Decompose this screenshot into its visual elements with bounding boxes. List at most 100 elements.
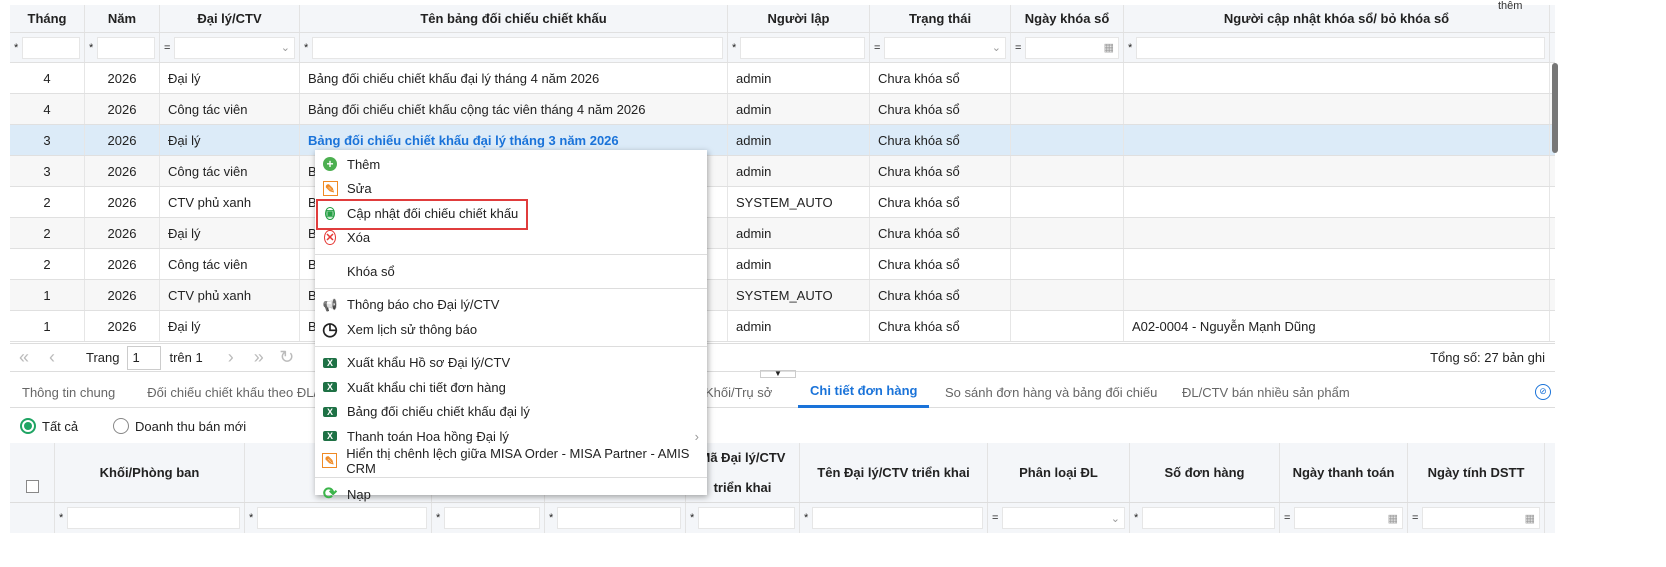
filter-input[interactable] — [1142, 507, 1275, 529]
tab-multi-product[interactable]: ĐL/CTV bán nhiều sản phẩm — [1170, 377, 1362, 408]
column-header-lock-updater[interactable]: Người cập nhật khóa sổ/ bỏ khóa sổ — [1124, 5, 1550, 32]
filter-input[interactable] — [257, 507, 427, 529]
column-header-agent-type[interactable]: Đại lý/CTV — [160, 5, 300, 32]
filter-operator[interactable]: * — [249, 512, 253, 524]
cell-lock-date — [1011, 218, 1124, 248]
filter-input[interactable] — [698, 507, 795, 529]
filter-operator[interactable]: = — [1412, 512, 1418, 524]
column-header-block[interactable]: Khối/Phòng ban — [55, 443, 245, 502]
menu-item-12[interactable]: ✎ Hiển thị chênh lệch giữa MISA Order - M… — [315, 446, 707, 476]
filter-dstt-date: = ▦ — [1408, 503, 1545, 533]
menu-separator — [315, 254, 707, 255]
menu-item-8[interactable]: X Xuất khẩu Hồ sơ Đại lý/CTV — [315, 351, 707, 376]
column-header-status[interactable]: Trạng thái — [870, 5, 1011, 32]
column-header-lock-date[interactable]: Ngày khóa sổ — [1011, 5, 1124, 32]
filter-input[interactable] — [557, 507, 681, 529]
cell-agent-type: Công tác viên — [160, 156, 300, 186]
column-header-agent-name[interactable]: Tên Đại lý/CTV triển khai — [800, 443, 988, 502]
column-header-month[interactable]: Tháng — [10, 5, 85, 32]
filter-operator[interactable]: = — [1284, 512, 1290, 524]
add-icon: + — [321, 155, 339, 173]
filter-input[interactable]: ▦ — [1294, 507, 1403, 529]
column-header-name[interactable]: Tên bảng đối chiếu chiết khấu — [300, 5, 728, 32]
filter-operator[interactable]: * — [436, 512, 440, 524]
filter-operator[interactable]: = — [164, 42, 170, 54]
filter-operator[interactable]: * — [304, 42, 308, 54]
vertical-scrollbar[interactable] — [1552, 63, 1558, 153]
column-header-select[interactable] — [10, 443, 55, 502]
tab-order-detail[interactable]: Chi tiết đơn hàng — [798, 377, 930, 408]
filter-operator[interactable]: * — [59, 512, 63, 524]
filter-operator[interactable]: = — [992, 512, 998, 524]
radio-all[interactable]: Tất cả — [20, 418, 78, 434]
filter-operator[interactable]: * — [14, 42, 18, 54]
filter-input[interactable]: ▦ — [1422, 507, 1540, 529]
table-row[interactable]: 3 2026 Đại lý Bảng đối chiếu chiết khấu đại… — [10, 125, 1555, 156]
filter-input[interactable] — [312, 36, 723, 59]
filter-operator[interactable]: = — [1015, 42, 1021, 54]
menu-item-10[interactable]: X Bảng đối chiếu chiết khấu đại lý — [315, 400, 707, 425]
last-page-icon[interactable]: » — [245, 347, 273, 368]
table-row[interactable]: 2 2026 Đại lý Badmin Chưa khóa sổ — [10, 218, 1555, 249]
column-header-dstt-date[interactable]: Ngày tính DSTT — [1408, 443, 1545, 502]
filter-input[interactable]: ⌄ — [1002, 507, 1125, 529]
menu-item-2[interactable]: ✎ Sửa — [315, 177, 707, 202]
tab-block[interactable]: Khối/Trụ sở — [705, 377, 772, 408]
filter-input[interactable] — [67, 507, 240, 529]
column-header-year[interactable]: Năm — [85, 5, 160, 32]
next-page-icon[interactable]: › — [217, 347, 245, 368]
filter-agent-type: = ⌄ — [160, 33, 300, 62]
filter-input[interactable] — [1136, 36, 1545, 59]
filter-input[interactable] — [812, 507, 983, 529]
menu-item-6[interactable]: 📢 Thông báo cho Đại lý/CTV — [315, 293, 707, 318]
tab-compare[interactable]: So sánh đơn hàng và bảng đối chiếu — [933, 377, 1169, 408]
filter-input[interactable] — [444, 507, 540, 529]
table-row[interactable]: 3 2026 Công tác viên Badmin Chưa khóa sổ — [10, 156, 1555, 187]
table-row[interactable]: 1 2026 Đại lý Badmin Chưa khóa sổ A02-0004 - … — [10, 311, 1555, 342]
tab-reconcile-by-agent[interactable]: Đối chiếu chiết khấu theo ĐL/C — [135, 377, 338, 408]
table-row[interactable]: 4 2026 Đại lý Bảng đối chiếu chiết khấu đại… — [10, 63, 1555, 94]
table-row[interactable]: 1 2026 CTV phủ xanh B SYSTEM_AUTO Chưa khóa s… — [10, 280, 1555, 311]
menu-item-label: Bảng đối chiếu chiết khấu đại lý — [347, 404, 530, 420]
filter-agent-code: * — [686, 503, 800, 533]
filter-input[interactable] — [97, 36, 155, 59]
table-row[interactable]: 2 2026 Công tác viên Badmin Chưa khóa sổ — [10, 249, 1555, 280]
first-page-icon[interactable]: « — [10, 347, 38, 368]
filter-creator: * — [728, 33, 870, 62]
filter-operator[interactable]: = — [874, 42, 880, 54]
menu-item-7[interactable]: ◷ Xem lịch sử thông báo — [315, 317, 707, 342]
column-header-payment-date[interactable]: Ngày thanh toán — [1280, 443, 1408, 502]
menu-item-1[interactable]: + Thêm — [315, 152, 707, 177]
filter-input[interactable]: ▦ — [1025, 36, 1119, 59]
settings-icon[interactable]: ⊘ — [1535, 384, 1551, 400]
menu-item-5[interactable]: Khóa sổ — [315, 259, 707, 284]
cell-lock-updater: A02-0004 - Nguyễn Mạnh Dũng — [1124, 311, 1550, 341]
filter-select — [10, 503, 55, 533]
refresh-icon[interactable]: ↻ — [273, 347, 301, 368]
table-row[interactable]: 2 2026 CTV phủ xanh B SYSTEM_AUTO Chưa khóa s… — [10, 187, 1555, 218]
filter-operator[interactable]: * — [690, 512, 694, 524]
select-all-checkbox[interactable] — [25, 480, 39, 493]
filter-operator[interactable]: * — [732, 42, 736, 54]
filter-operator[interactable]: * — [89, 42, 93, 54]
page-input[interactable]: 1 — [127, 345, 162, 370]
column-header-order-number[interactable]: Số đơn hàng — [1130, 443, 1280, 502]
filter-input[interactable] — [740, 36, 865, 59]
filter-operator[interactable]: * — [1134, 512, 1138, 524]
radio-new-revenue[interactable]: Doanh thu bán mới — [113, 418, 246, 434]
menu-item-9[interactable]: X Xuất khẩu chi tiết đơn hàng — [315, 375, 707, 400]
filter-input[interactable] — [22, 36, 80, 59]
column-header-agent-class[interactable]: Phân loại ĐL — [988, 443, 1130, 502]
filter-input[interactable]: ⌄ — [884, 36, 1006, 59]
table-row[interactable]: 4 2026 Công tác viên Bảng đối chiếu chiết k… — [10, 94, 1555, 125]
prev-page-icon[interactable]: ‹ — [38, 347, 66, 368]
column-header-creator[interactable]: Người lập — [728, 5, 870, 32]
menu-item-13[interactable]: ⟳ Nạp — [315, 482, 707, 507]
filter-operator[interactable]: * — [549, 512, 553, 524]
tab-general[interactable]: Thông tin chung — [10, 377, 127, 408]
filter-operator[interactable]: * — [804, 512, 808, 524]
filter-name: * — [300, 33, 728, 62]
filter-input[interactable]: ⌄ — [174, 36, 295, 59]
filter-agent-class: = ⌄ — [988, 503, 1130, 533]
filter-operator[interactable]: * — [1128, 42, 1132, 54]
